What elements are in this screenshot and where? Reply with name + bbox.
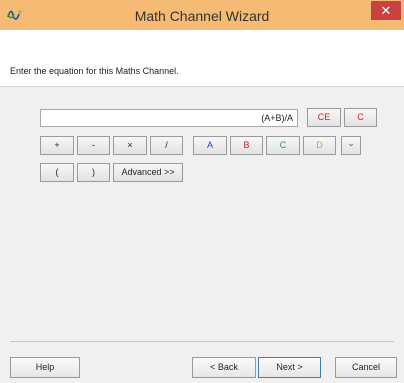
channel-more-dropdown[interactable]: ⌄ [341,136,361,155]
channel-d-button[interactable]: D [303,136,336,155]
next-button[interactable]: Next > [258,357,321,378]
title-bar: Math Channel Wizard ✕ [0,0,404,30]
channel-c-button[interactable]: C [266,136,300,155]
clear-entry-button[interactable]: CE [307,108,341,127]
open-paren-button[interactable]: ( [40,163,74,182]
close-paren-button[interactable]: ) [77,163,110,182]
instruction-text: Enter the equation for this Maths Channe… [10,66,179,76]
wizard-header [0,30,404,87]
clear-button[interactable]: C [344,108,377,127]
footer-divider [10,341,394,342]
advanced-button[interactable]: Advanced >> [113,163,183,182]
equation-input[interactable]: (A+B)/A [40,109,298,127]
close-icon: ✕ [380,3,392,18]
minus-button[interactable]: - [77,136,110,155]
close-button[interactable]: ✕ [371,1,401,20]
chevron-down-icon: ⌄ [347,138,355,148]
channel-b-button[interactable]: B [230,136,263,155]
divide-button[interactable]: / [150,136,183,155]
help-button[interactable]: Help [10,357,80,378]
plus-button[interactable]: + [40,136,74,155]
back-button[interactable]: < Back [192,357,256,378]
window-title: Math Channel Wizard [134,8,270,24]
cancel-button[interactable]: Cancel [335,357,397,378]
channel-a-button[interactable]: A [193,136,227,155]
multiply-button[interactable]: × [113,136,147,155]
